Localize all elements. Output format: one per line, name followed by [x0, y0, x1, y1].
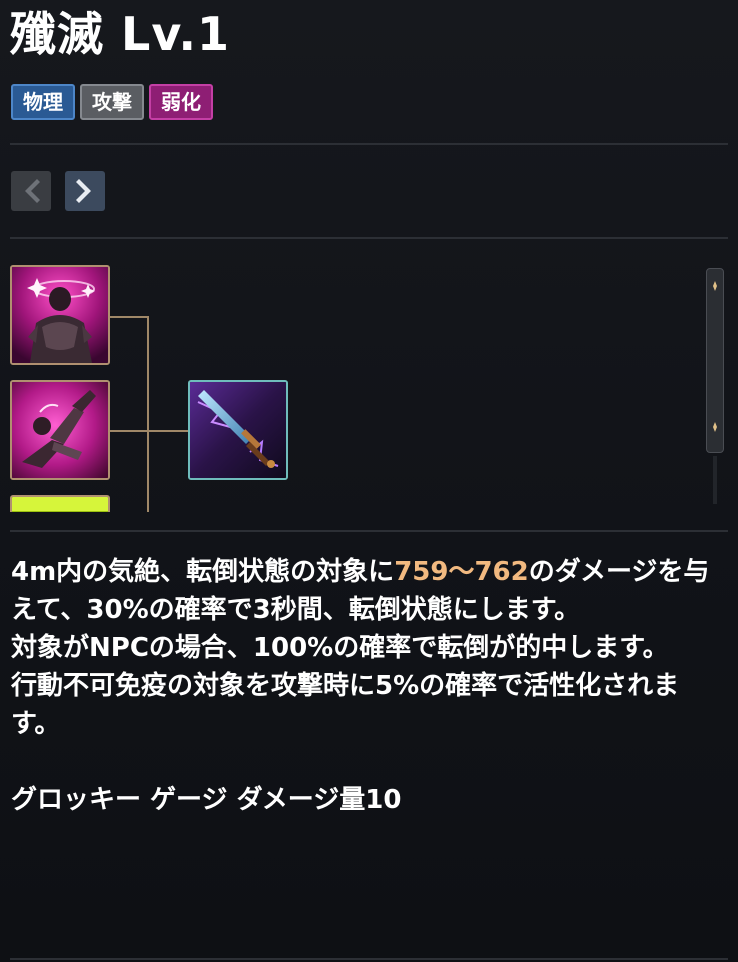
skill-tags: 物理 攻撃 弱化 — [11, 84, 213, 120]
scroll-grip-icon — [713, 281, 717, 432]
description-paragraph-damage: 4m内の気絶、転倒状態の対象に759〜762のダメージを与えて、30%の確率で3… — [11, 553, 727, 629]
scrollbar-track[interactable] — [713, 456, 717, 504]
chevron-left-icon — [25, 179, 40, 203]
stunned-knight-skill-icon[interactable] — [10, 265, 110, 365]
yellow-skill-icon[interactable] — [10, 495, 110, 512]
tag-attack: 攻撃 — [80, 84, 144, 120]
description-paragraph-immune: 行動不可免疫の対象を攻撃時に5%の確率で活性化されます。 — [11, 671, 680, 739]
tree-connector — [110, 430, 188, 432]
skill-description: 4m内の気絶、転倒状態の対象に759〜762のダメージを与えて、30%の確率で3… — [11, 553, 727, 819]
groggy-gauge-damage: グロッキー ゲージ ダメージ量10 — [11, 785, 402, 815]
next-button[interactable] — [65, 171, 105, 211]
skill-tree — [0, 250, 738, 512]
tree-connector — [147, 316, 149, 512]
lightning-sword-skill-icon[interactable] — [188, 380, 288, 480]
skill-title: 殲滅 Lv.1 — [10, 7, 231, 61]
description-paragraph-npc: 対象がNPCの場合、100%の確率で転倒が的中します。 — [11, 633, 669, 663]
divider-lower — [10, 530, 728, 532]
description-text: 4m内の気絶、転倒状態の対象に — [11, 557, 395, 587]
tag-physical: 物理 — [11, 84, 75, 120]
tree-connector — [110, 316, 149, 318]
divider-middle — [10, 237, 728, 239]
chevron-right-icon — [76, 179, 91, 203]
divider-bottom — [10, 958, 728, 960]
damage-range-value: 759〜762 — [394, 557, 529, 587]
knockdown-skill-icon[interactable] — [10, 380, 110, 480]
scrollbar-thumb[interactable] — [706, 268, 724, 453]
divider-top — [10, 143, 728, 145]
previous-button[interactable] — [11, 171, 51, 211]
tag-weaken: 弱化 — [149, 84, 213, 120]
